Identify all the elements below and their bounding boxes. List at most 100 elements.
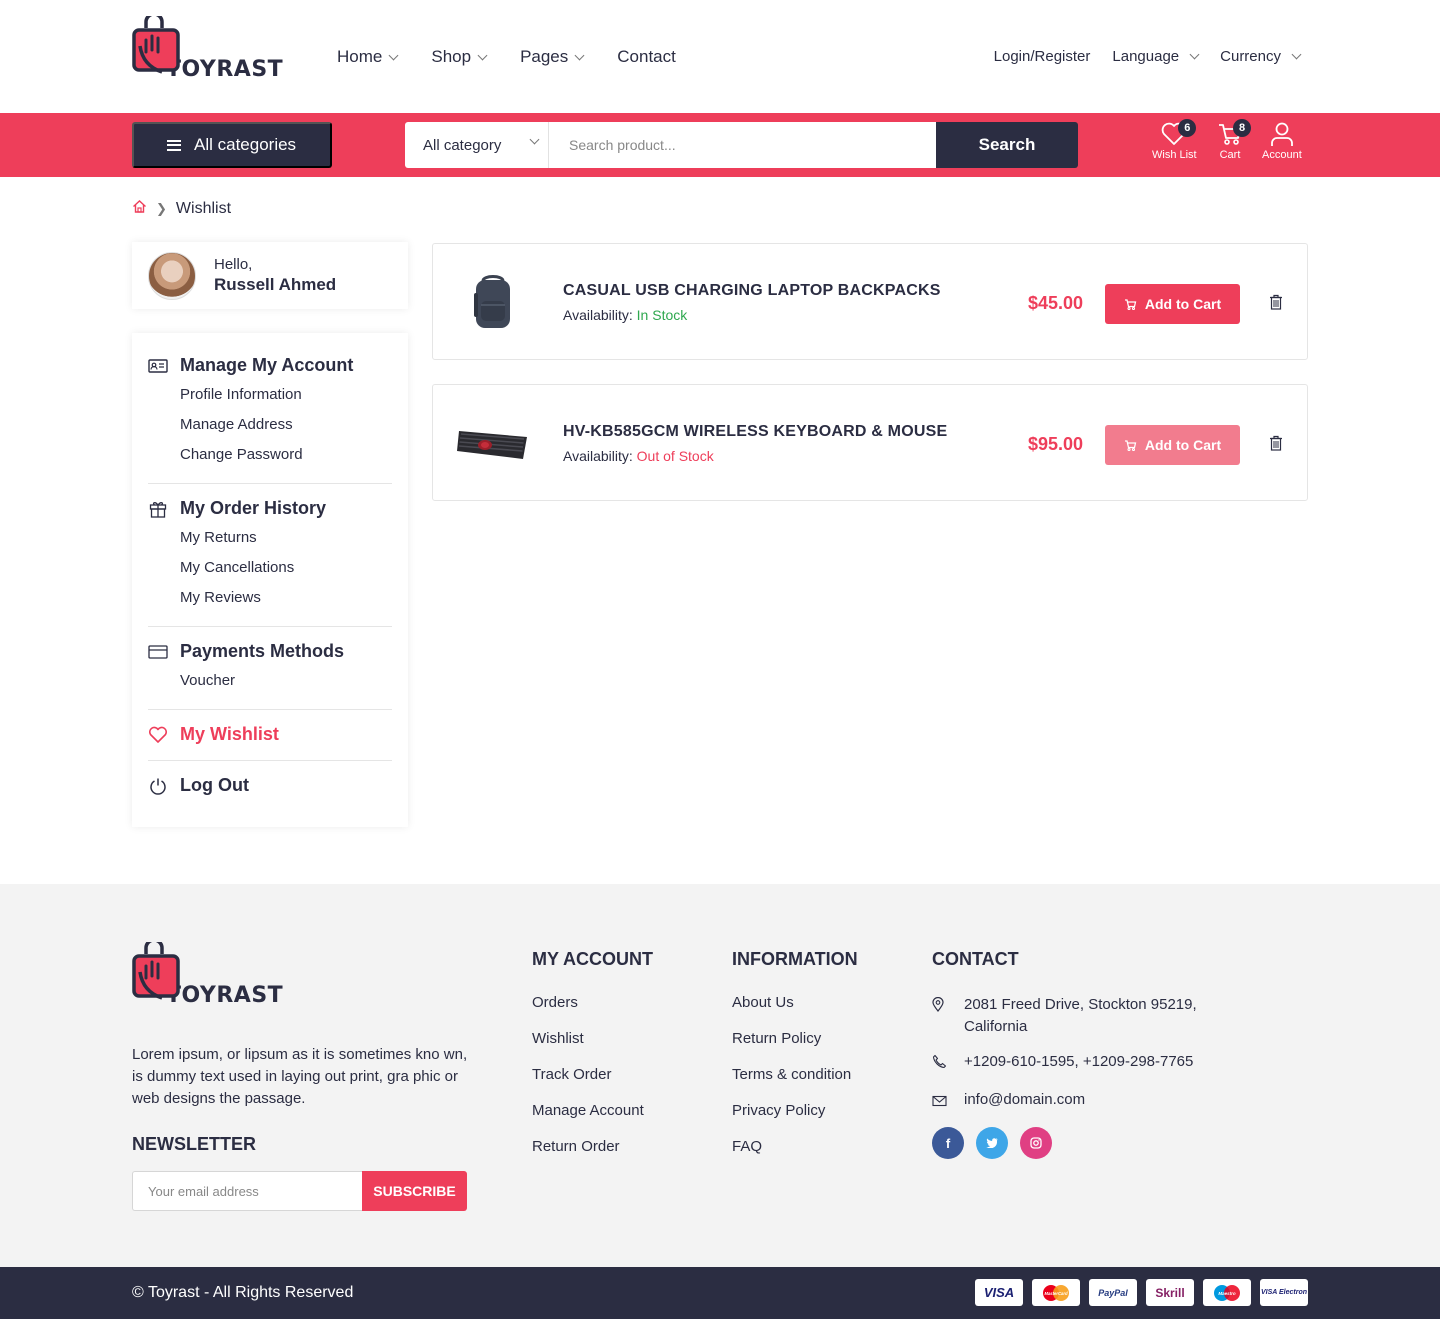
id-card-icon [148,358,168,373]
svg-text:Maestro: Maestro [1218,1291,1236,1296]
change-password-link[interactable]: Change Password [180,446,303,463]
footer-information-title: INFORMATION [732,949,858,969]
product-price: $95.00 [1028,434,1084,454]
all-categories-button[interactable]: All categories [132,122,332,168]
subscribe-button[interactable]: SUBSCRIBE [362,1171,467,1211]
account-header-button[interactable]: Account [1262,121,1302,161]
product-image[interactable] [453,405,533,481]
search-input[interactable] [549,122,936,168]
footer-link-wishlist[interactable]: Wishlist [532,1030,584,1047]
add-to-cart-button[interactable]: Add to Cart [1105,284,1240,324]
language-label: Language [1112,48,1180,65]
chevron-down-icon [1291,49,1302,60]
footer-link-orders[interactable]: Orders [532,994,578,1011]
nav-pages[interactable]: Pages [520,47,585,67]
footer-link-return-policy[interactable]: Return Policy [732,1030,821,1047]
twitter-icon[interactable] [976,1127,1008,1159]
add-to-cart-label: Add to Cart [1144,296,1222,312]
chevron-down-icon [477,50,488,60]
social-links: f [932,1127,1232,1159]
wishlist-count-badge: 6 [1178,119,1197,137]
nav-shop[interactable]: Shop [431,47,488,67]
chevron-down-icon [1189,49,1200,60]
contact-email-link[interactable]: info@domain.com [964,1089,1085,1114]
availability-label: Availability: [563,448,633,464]
contact-address-text: 2081 Freed Drive, Stockton 95219, Califo… [964,996,1197,1035]
product-image[interactable] [453,264,533,340]
footer-brand-logo[interactable]: TOYRAST [132,942,283,1010]
product-name[interactable]: CASUAL USB CHARGING LAPTOP BACKPACKS [563,282,941,300]
nav-home-label: Home [337,47,383,66]
currency-dropdown[interactable]: Currency [1220,48,1302,65]
map-pin-icon [932,996,944,1012]
account-header-label: Account [1262,149,1302,161]
brand-name: TOYRAST [166,57,284,82]
footer-my-account-title: MY ACCOUNT [532,949,653,969]
home-icon[interactable] [132,199,147,219]
footer-my-account: MY ACCOUNT Orders Wishlist Track Order M… [532,949,653,1174]
voucher-link[interactable]: Voucher [180,672,235,689]
footer-link-track-order[interactable]: Track Order [532,1066,611,1083]
nav-home[interactable]: Home [337,47,399,67]
nav-contact[interactable]: Contact [617,47,676,67]
my-returns-link[interactable]: My Returns [180,529,257,546]
currency-label: Currency [1220,48,1281,65]
order-history-title: My Order History [180,498,327,518]
facebook-icon[interactable]: f [932,1127,964,1159]
footer-link-terms[interactable]: Terms & condition [732,1066,851,1083]
footer-link-return-order[interactable]: Return Order [532,1138,620,1155]
trash-icon[interactable] [1269,435,1283,456]
instagram-icon[interactable] [1020,1127,1052,1159]
login-register-link[interactable]: Login/Register [994,48,1091,65]
chevron-down-icon [574,50,585,60]
product-name[interactable]: HV-KB585GCM WIRELESS KEYBOARD & MOUSE [563,423,947,441]
avatar [148,251,196,300]
skrill-icon: Skrill [1146,1279,1194,1306]
footer-link-privacy-policy[interactable]: Privacy Policy [732,1102,825,1119]
trash-icon[interactable] [1269,294,1283,315]
manage-account-section: Manage My Account Profile Information Ma… [148,333,392,484]
footer-link-about-us[interactable]: About Us [732,994,794,1011]
newsletter-form: SUBSCRIBE [132,1171,467,1211]
chevron-right-icon: ❯ [156,201,167,216]
footer-link-manage-account[interactable]: Manage Account [532,1102,644,1119]
logout-link[interactable]: Log Out [148,775,392,796]
contact-phone: +1209-610-1595, +1209-298-7765 [932,1051,1232,1076]
wishlist-section: My Wishlist [148,710,392,761]
add-to-cart-button[interactable]: Add to Cart [1105,425,1240,465]
newsletter-email-input[interactable] [132,1171,362,1211]
mail-icon [932,1095,947,1107]
keyboard-image [457,431,527,459]
manage-account-link[interactable]: Manage My Account [148,355,392,376]
greeting: Hello, [214,256,253,273]
search-button[interactable]: Search [936,122,1078,168]
language-dropdown[interactable]: Language [1112,48,1200,65]
profile-information-link[interactable]: Profile Information [180,386,302,403]
contact-phone-text: +1209-610-1595, +1209-298-7765 [964,1053,1194,1070]
category-select[interactable]: All category [405,122,549,168]
newsletter-title: NEWSLETTER [132,1134,256,1154]
chevron-down-icon [529,134,540,145]
cart-header-button[interactable]: 8 Cart [1217,119,1251,161]
payments-methods-link[interactable]: Payments Methods [148,641,392,662]
top-utility-links: Login/Register Language Currency [972,48,1302,65]
footer-contact: CONTACT 2081 Freed Drive, Stockton 95219… [932,949,1232,1159]
my-cancellations-link[interactable]: My Cancellations [180,559,294,576]
logout-title: Log Out [180,775,249,795]
shopping-bag-logo-icon [132,942,180,1000]
svg-text:MasterCard: MasterCard [1044,1291,1067,1296]
top-header: TOYRAST Home Shop Pages Contact Login/Re… [0,0,1440,113]
my-reviews-link[interactable]: My Reviews [180,589,261,606]
footer-link-faq[interactable]: FAQ [732,1138,762,1155]
order-history-section: My Order History My Returns My Cancellat… [148,484,392,627]
visa-electron-icon: VISA Electron [1260,1279,1308,1306]
maestro-icon: Maestro [1203,1279,1251,1306]
manage-address-link[interactable]: Manage Address [180,416,293,433]
my-wishlist-link[interactable]: My Wishlist [148,724,392,745]
order-history-link[interactable]: My Order History [148,498,392,519]
footer: TOYRAST Lorem ipsum, or lipsum as it is … [0,884,1440,1267]
wishlist-header-button[interactable]: 6 Wish List [1152,119,1197,161]
category-select-value: All category [423,136,502,154]
brand-logo[interactable]: TOYRAST [132,16,283,84]
cart-icon [1124,439,1137,451]
